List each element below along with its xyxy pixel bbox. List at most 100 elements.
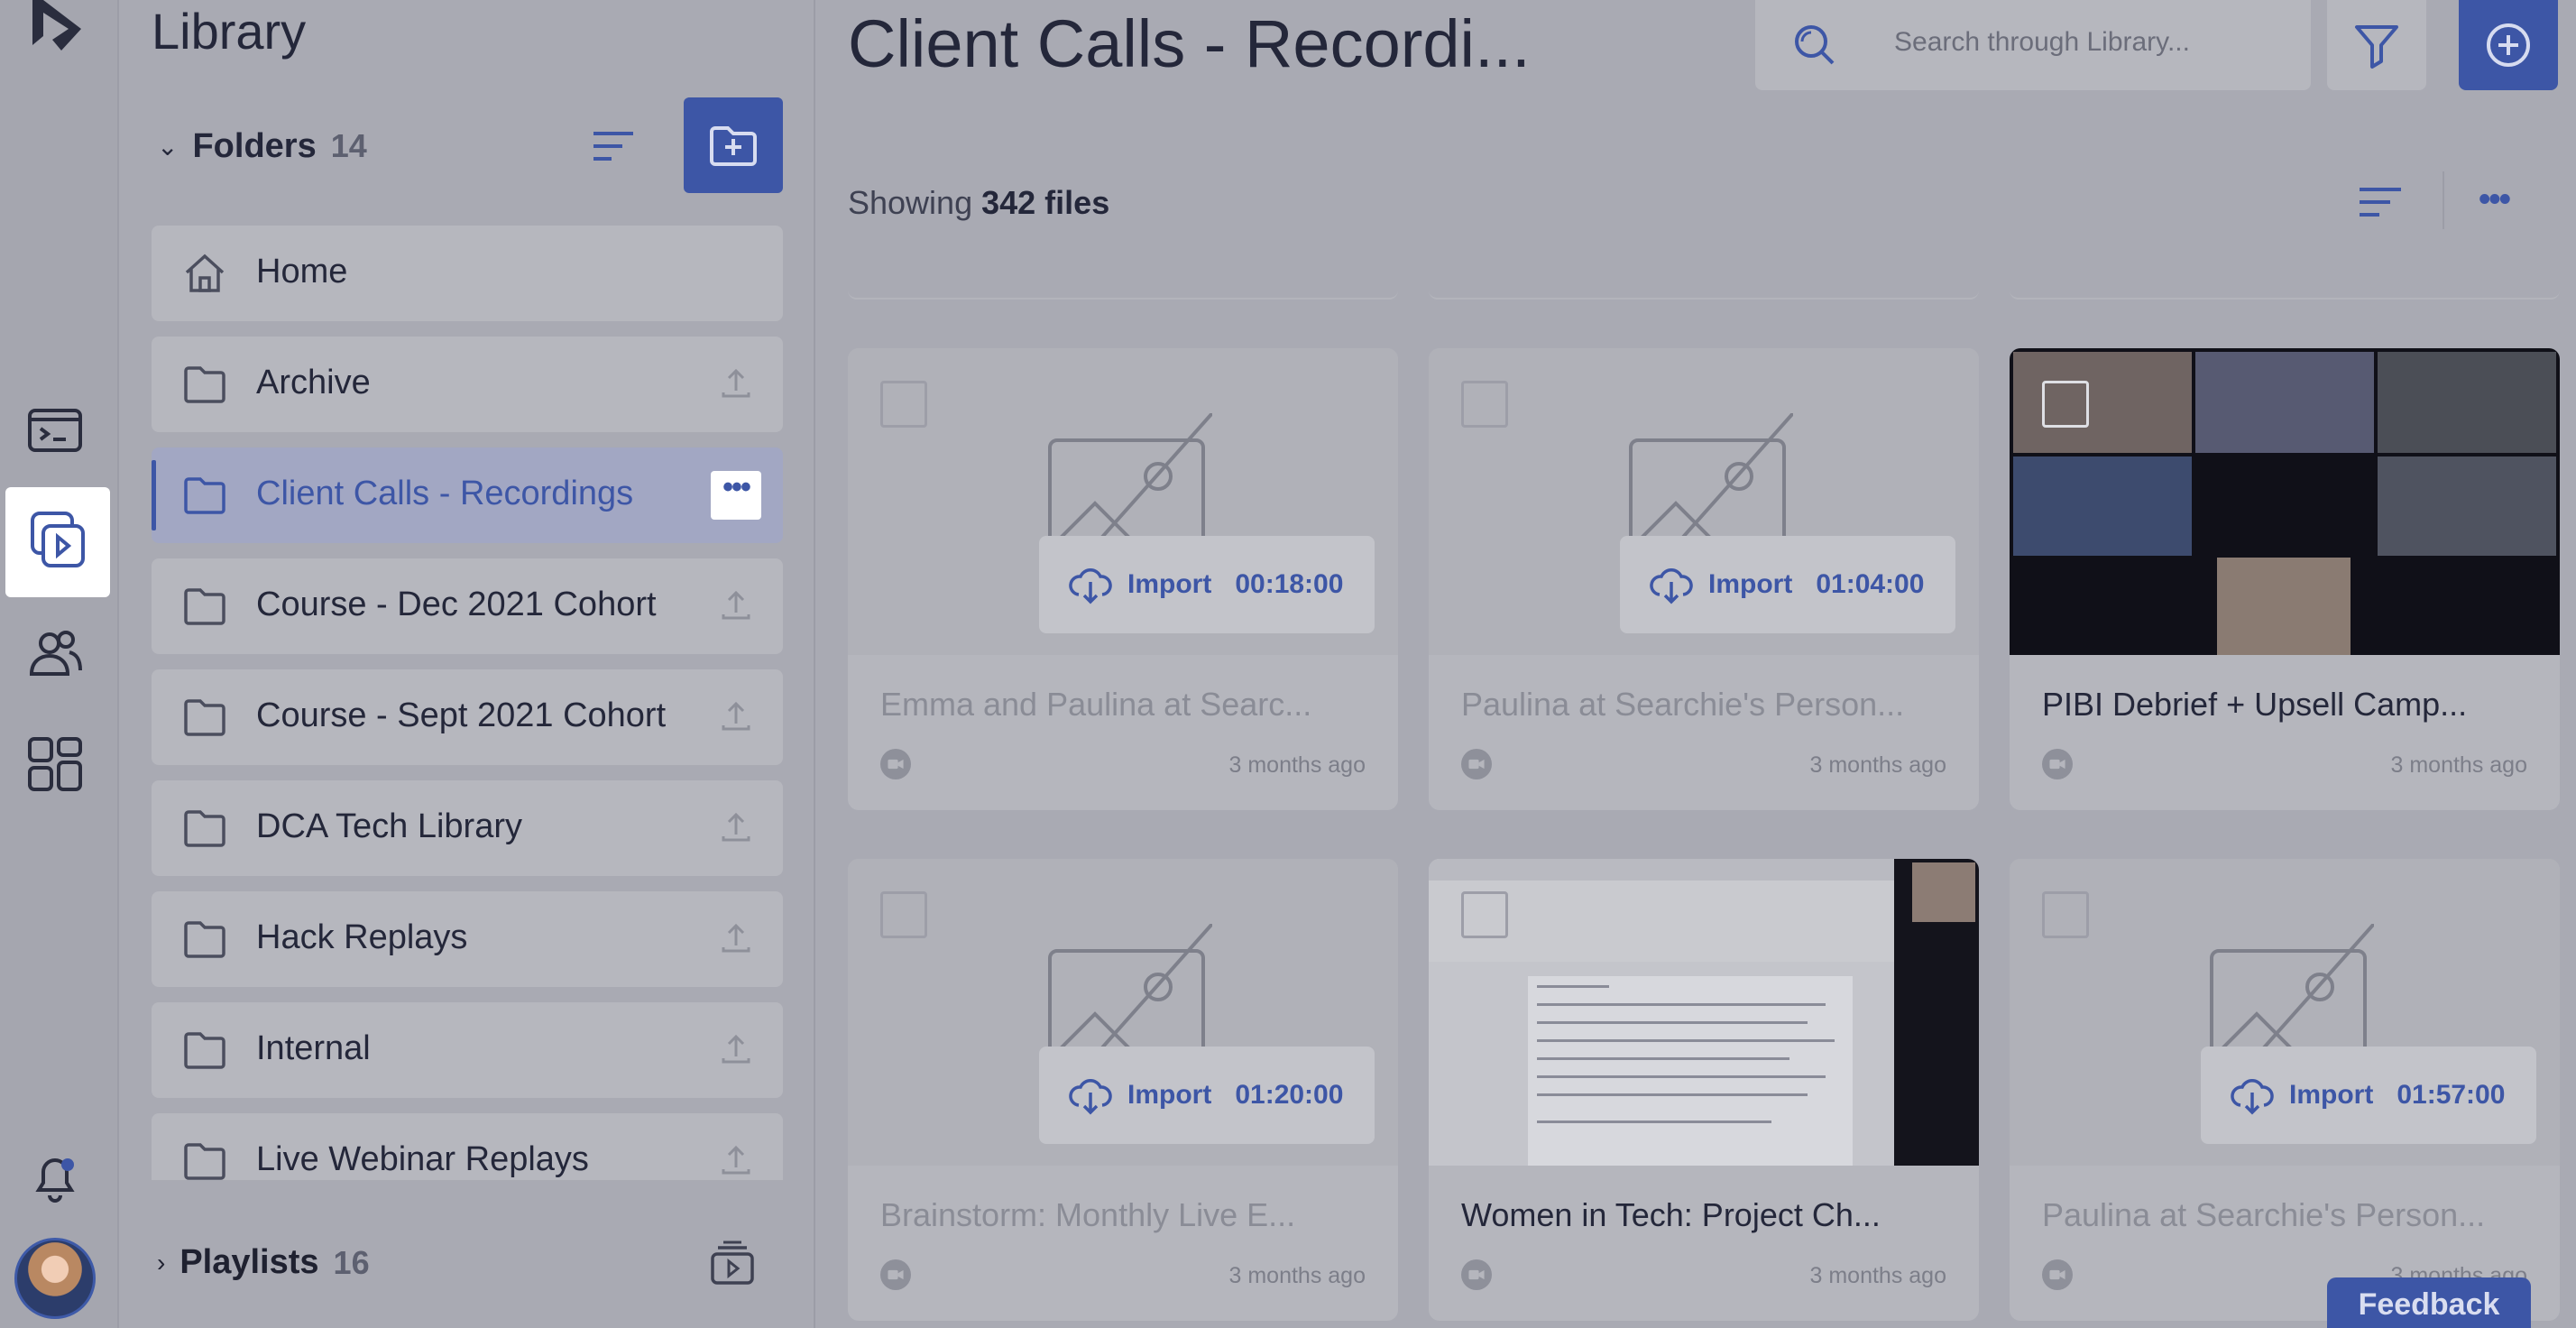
file-card[interactable]: PIBI Debrief + Upsell Camp... 3 months a… xyxy=(2010,348,2560,810)
import-label: Import xyxy=(1708,569,1793,599)
cloud-download-icon xyxy=(1069,1079,1112,1115)
card-partial xyxy=(848,253,1398,300)
logo-icon[interactable] xyxy=(25,0,85,58)
filter-icon xyxy=(2355,25,2398,69)
import-button[interactable]: Import 01:04:00 xyxy=(1620,536,1955,633)
playlists-label: Playlists xyxy=(179,1243,319,1281)
folder-icon xyxy=(184,477,225,514)
card-title: Paulina at Searchie's Person... xyxy=(1461,686,1905,723)
library-icon[interactable] xyxy=(5,487,110,597)
import-label: Import xyxy=(1127,1080,1212,1110)
duration: 00:18:00 xyxy=(1235,569,1344,599)
sort-icon[interactable] xyxy=(2356,182,2406,222)
add-button[interactable] xyxy=(2459,0,2558,90)
sidebar-title: Library xyxy=(152,3,307,60)
more-options-button[interactable]: ••• xyxy=(2479,180,2529,220)
folder-icon xyxy=(184,810,225,847)
upload-icon[interactable] xyxy=(718,1031,754,1067)
video-thumbnail xyxy=(2010,348,2560,655)
card-partial xyxy=(2010,253,2560,300)
playlist-add-icon[interactable] xyxy=(707,1240,758,1286)
video-camera-icon xyxy=(880,1259,911,1290)
terminal-icon[interactable] xyxy=(25,401,85,460)
toolbar-divider xyxy=(2443,171,2444,229)
folders-label: Folders xyxy=(192,126,317,165)
card-timestamp: 3 months ago xyxy=(2390,752,2528,778)
select-checkbox[interactable] xyxy=(1461,891,1508,938)
document-thumbnail xyxy=(1429,859,1979,1166)
folder-name: DCA Tech Library xyxy=(256,807,522,845)
file-card[interactable]: Import 01:20:00 Brainstorm: Monthly Live… xyxy=(848,859,1398,1321)
select-checkbox[interactable] xyxy=(2042,381,2089,428)
video-camera-icon xyxy=(880,749,911,779)
filter-button[interactable] xyxy=(2327,0,2426,90)
folder-icon xyxy=(184,1032,225,1069)
people-icon[interactable] xyxy=(25,624,85,684)
new-folder-button[interactable] xyxy=(684,97,783,193)
file-card[interactable]: Women in Tech: Project Ch... 3 months ag… xyxy=(1429,859,1979,1321)
import-button[interactable]: Import 01:20:00 xyxy=(1039,1047,1375,1144)
import-button[interactable]: Import 01:57:00 xyxy=(2201,1047,2536,1144)
chevron-down-icon: ⌄ xyxy=(157,132,179,161)
upload-icon[interactable] xyxy=(718,920,754,956)
select-checkbox[interactable] xyxy=(2042,891,2089,938)
upload-icon[interactable] xyxy=(718,365,754,401)
folder-item-client-calls[interactable]: Client Calls - Recordings ••• xyxy=(152,447,783,543)
folder-item-archive[interactable]: Archive xyxy=(152,337,783,432)
duration: 01:57:00 xyxy=(2397,1080,2506,1110)
video-camera-icon xyxy=(2042,749,2073,779)
video-camera-icon xyxy=(2042,1259,2073,1290)
card-title: PIBI Debrief + Upsell Camp... xyxy=(2042,686,2468,723)
import-button[interactable]: Import 00:18:00 xyxy=(1039,536,1375,633)
folder-icon xyxy=(184,699,225,736)
app-rail xyxy=(0,0,119,1328)
more-options-button[interactable]: ••• xyxy=(711,471,761,520)
search-placeholder: Search through Library... xyxy=(1894,27,2190,57)
upload-icon[interactable] xyxy=(718,1142,754,1178)
folder-icon xyxy=(184,366,225,403)
folder-item-home[interactable]: Home xyxy=(152,226,783,321)
folder-item-hack-replays[interactable]: Hack Replays xyxy=(152,891,783,987)
folders-header[interactable]: ⌄ Folders 14 xyxy=(157,126,367,166)
card-timestamp: 3 months ago xyxy=(1228,752,1366,778)
folder-name: Live Webinar Replays xyxy=(256,1140,589,1178)
apps-icon[interactable] xyxy=(25,734,85,794)
upload-icon[interactable] xyxy=(718,698,754,734)
folder-item-course-dec[interactable]: Course - Dec 2021 Cohort xyxy=(152,558,783,654)
upload-icon[interactable] xyxy=(718,809,754,845)
avatar[interactable] xyxy=(14,1238,96,1319)
search-icon xyxy=(1795,25,1835,65)
file-card[interactable]: Import 01:04:00 Paulina at Searchie's Pe… xyxy=(1429,348,1979,810)
folder-list: Home Archive Client Calls - Recordings •… xyxy=(152,226,783,1180)
card-title: Paulina at Searchie's Person... xyxy=(2042,1196,2486,1233)
search-input[interactable]: Search through Library... xyxy=(1755,0,2311,90)
duration: 01:04:00 xyxy=(1816,569,1925,599)
video-camera-icon xyxy=(1461,749,1492,779)
select-checkbox[interactable] xyxy=(880,891,927,938)
file-card[interactable]: Import 00:18:00 Emma and Paulina at Sear… xyxy=(848,348,1398,810)
folder-item-dca-tech[interactable]: DCA Tech Library xyxy=(152,780,783,876)
showing-count: 342 files xyxy=(981,184,1110,221)
select-checkbox[interactable] xyxy=(880,381,927,428)
chevron-right-icon: › xyxy=(157,1248,166,1277)
select-checkbox[interactable] xyxy=(1461,381,1508,428)
folder-item-internal[interactable]: Internal xyxy=(152,1002,783,1098)
upload-icon[interactable] xyxy=(718,587,754,623)
folder-item-live-webinar[interactable]: Live Webinar Replays xyxy=(152,1113,783,1180)
folders-count: 14 xyxy=(330,127,367,164)
file-grid: Import 00:18:00 Emma and Paulina at Sear… xyxy=(848,253,2562,1328)
import-label: Import xyxy=(1127,569,1212,599)
folder-name: Course - Dec 2021 Cohort xyxy=(256,586,657,623)
folder-icon xyxy=(184,588,225,625)
library-sidebar: Library ⌄ Folders 14 Home Archive Client… xyxy=(121,0,815,1328)
duration: 01:20:00 xyxy=(1235,1080,1344,1110)
card-timestamp: 3 months ago xyxy=(1809,752,1947,778)
sort-icon[interactable] xyxy=(588,126,639,168)
cloud-download-icon xyxy=(1069,568,1112,604)
bell-icon[interactable] xyxy=(25,1148,85,1207)
folder-plus-icon xyxy=(710,126,757,166)
folder-item-course-sept[interactable]: Course - Sept 2021 Cohort xyxy=(152,669,783,765)
feedback-button[interactable]: Feedback xyxy=(2327,1277,2531,1328)
playlists-header[interactable]: › Playlists 16 xyxy=(157,1243,370,1282)
file-card[interactable]: Import 01:57:00 Paulina at Searchie's Pe… xyxy=(2010,859,2560,1321)
